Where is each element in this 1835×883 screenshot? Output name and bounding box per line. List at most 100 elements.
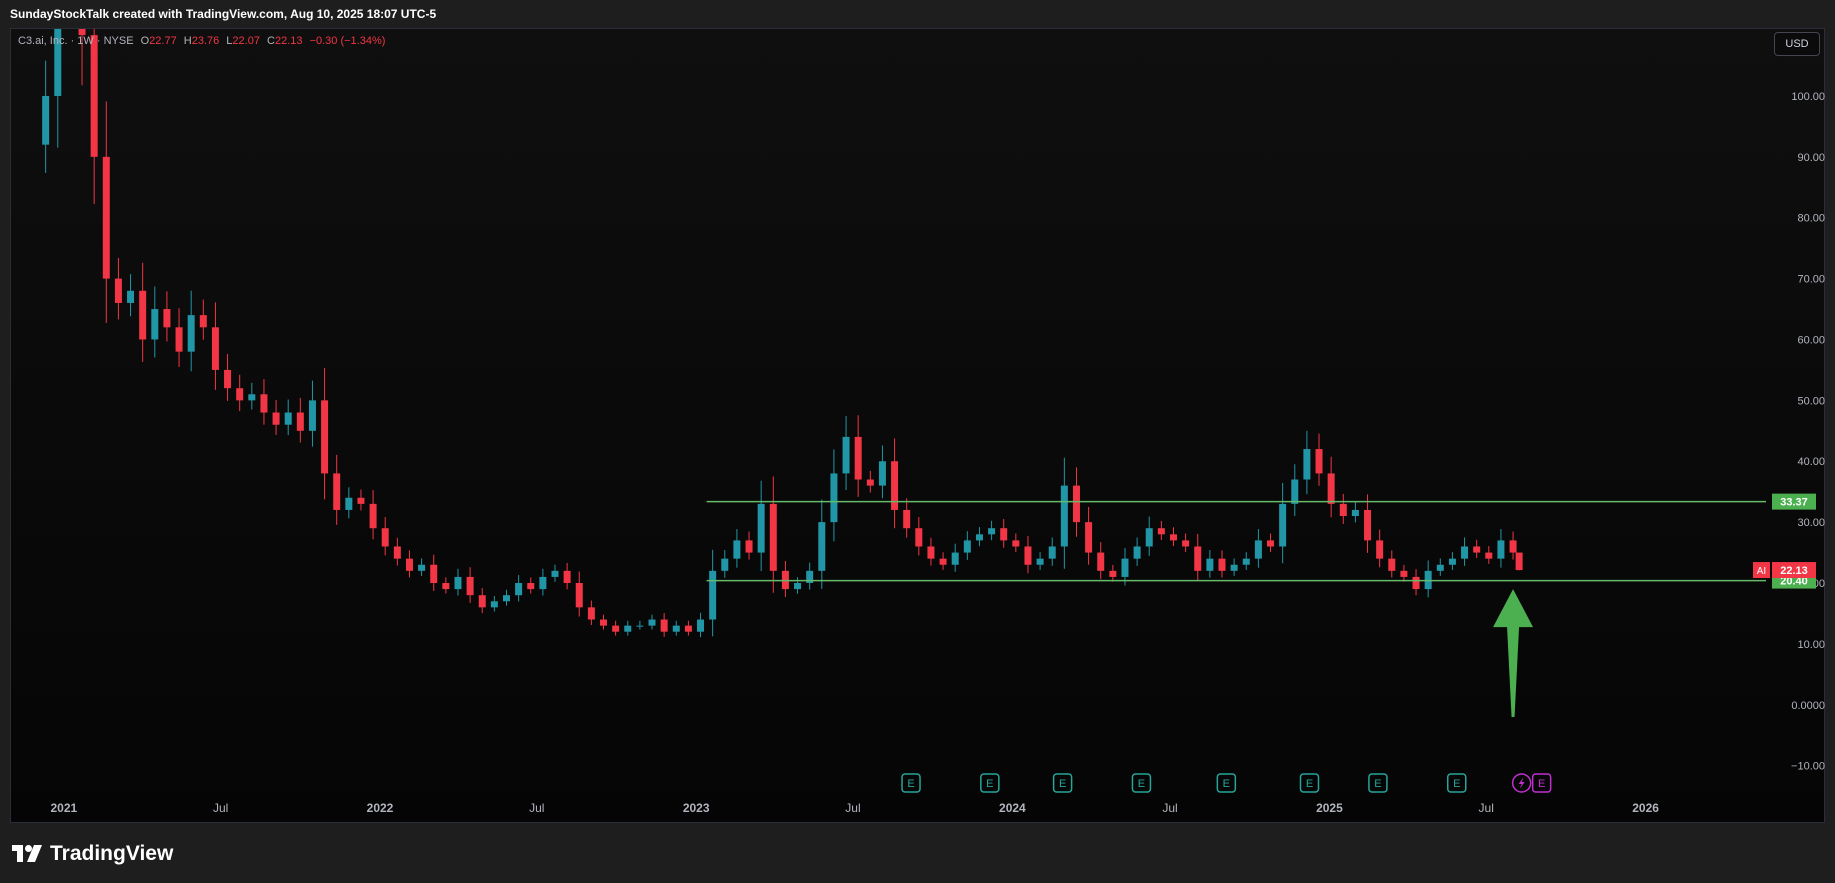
candle-body (163, 309, 171, 328)
candle-body (1254, 540, 1262, 559)
candle-body (199, 315, 207, 328)
candle-body (963, 540, 971, 553)
candle-body (1218, 558, 1226, 571)
candle-body (612, 625, 620, 632)
candle-body (393, 546, 401, 559)
candle-body (636, 625, 644, 627)
time-tick-label: Jul (1162, 801, 1177, 815)
candle-body (721, 558, 729, 571)
candle-body (1436, 564, 1444, 571)
low-value: 22.07 (232, 35, 260, 47)
candle-body (139, 290, 147, 340)
candle-body (442, 583, 450, 590)
candle-body (1012, 540, 1020, 547)
candle-body (1145, 528, 1153, 547)
candle-body (1497, 540, 1505, 559)
candle-body (321, 400, 329, 474)
candle-body (1097, 552, 1105, 571)
candle-body (490, 601, 498, 608)
candle-body (515, 583, 523, 596)
currency-button[interactable]: USD (1774, 32, 1820, 56)
tradingview-logo[interactable]: TradingView (12, 840, 173, 868)
candle-body (733, 540, 741, 559)
earnings-marker-label: E (1538, 778, 1545, 790)
candle-body (951, 552, 959, 565)
symbol-legend[interactable]: C3.ai, Inc. · 1W · NYSE O22.77 H23.76 L2… (18, 35, 385, 47)
earnings-marker-label: E (986, 778, 993, 790)
candle-body (1072, 485, 1080, 523)
candle-body (1291, 479, 1299, 504)
candle-body (114, 278, 122, 303)
candle-body (42, 95, 50, 145)
candle-body (260, 394, 268, 413)
candle-body (1303, 449, 1311, 480)
events-layer: EEEEEEEEE (901, 773, 1552, 793)
candle-body (830, 473, 838, 523)
candle-body (600, 619, 608, 626)
price-tick-label: 30.00 (1797, 517, 1825, 529)
candle-body (1388, 558, 1396, 571)
candle-body (466, 576, 474, 596)
candle-body (187, 315, 195, 352)
candle-body (854, 436, 862, 480)
candle-body (381, 528, 389, 547)
levels-layer (706, 500, 1766, 717)
candle-body (54, 29, 62, 96)
price-tick-label: 40.00 (1797, 456, 1825, 468)
candle-body (1461, 546, 1469, 559)
resistance-line-value: 33.37 (1780, 497, 1808, 509)
candle-body (927, 546, 935, 559)
time-axis: 2021 Jul 2022 Jul 2023 Jul 2024 Jul 2025 Jul 2026 (50, 801, 1659, 815)
earnings-marker-label: E (1223, 778, 1230, 790)
price-chart[interactable]: −10.000.000010.0020.0030.0040.0050.0060.… (0, 0, 1835, 883)
price-tick-label: 10.00 (1797, 639, 1825, 651)
candle-body (296, 412, 304, 431)
candle-body (102, 156, 110, 279)
candle-body (369, 503, 377, 529)
candle-body (1448, 558, 1456, 565)
candle-body (648, 619, 656, 626)
candle-body (1036, 558, 1044, 565)
candle-body (709, 570, 717, 620)
time-tick-label: 2024 (999, 801, 1026, 815)
candle-body (211, 327, 219, 370)
candle-body (1400, 570, 1408, 577)
candle-body (587, 607, 595, 620)
tradingview-logo-icon (12, 845, 42, 862)
earnings-marker-label: E (1138, 778, 1145, 790)
candle-body (1351, 509, 1359, 517)
candle-body (284, 412, 292, 425)
candle-body (672, 625, 680, 632)
symbol-description[interactable]: C3.ai, Inc. · 1W · NYSE (18, 35, 134, 47)
candle-body (345, 497, 353, 510)
price-tick-label: −10.00 (1791, 761, 1825, 773)
candle-body (1048, 546, 1056, 559)
candle-body (988, 528, 996, 535)
candle-body (1267, 540, 1275, 547)
candle-body (575, 583, 583, 608)
price-tick-label: 90.00 (1797, 152, 1825, 164)
candle-body (151, 309, 159, 340)
candle-body (539, 576, 547, 590)
candle-body (842, 436, 850, 474)
candle-body (1509, 540, 1517, 553)
candle-body (1121, 558, 1129, 577)
earnings-marker-label: E (1306, 778, 1313, 790)
candle-body (624, 625, 632, 632)
time-tick-label: 2022 (367, 801, 394, 815)
candle-body (272, 412, 280, 425)
candle-body (891, 461, 899, 510)
candle-body (915, 528, 923, 547)
candle-body (357, 497, 365, 504)
candle-body (1085, 522, 1093, 553)
candle-body (551, 570, 559, 577)
earnings-marker-label: E (1453, 778, 1460, 790)
candle-body (454, 576, 462, 590)
candle-body (127, 290, 135, 303)
candle-body (745, 540, 753, 553)
up-arrow-annotation[interactable] (1493, 589, 1534, 717)
price-tick-label: 60.00 (1797, 334, 1825, 346)
footer-bar: TradingView (0, 823, 1835, 883)
candle-body (563, 570, 571, 584)
candle-body (757, 503, 765, 553)
